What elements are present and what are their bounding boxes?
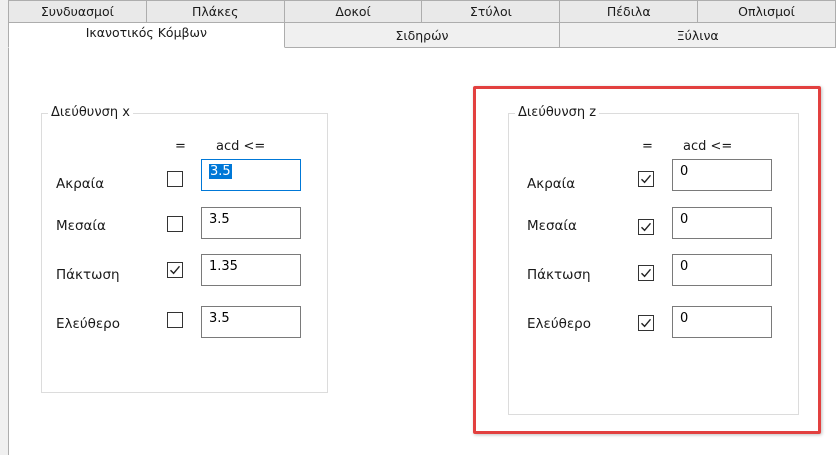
x-free-value: 3.5: [209, 311, 230, 326]
tab-steel[interactable]: Σιδηρών: [284, 22, 561, 48]
tab-footings[interactable]: Πέδιλα: [560, 0, 699, 23]
z-middle-checkbox[interactable]: [638, 219, 654, 235]
tab-combinations[interactable]: Συνδυασμοί: [8, 0, 147, 23]
x-acd-header: acd <=: [216, 139, 266, 154]
x-fixed-check-icon: [170, 265, 181, 275]
x-fixed-checkbox[interactable]: [167, 262, 183, 278]
x-row-label-edge: Ακραία: [56, 176, 105, 192]
x-edge-checkbox[interactable]: [167, 171, 183, 187]
x-eq-header: =: [175, 139, 186, 154]
x-fixed-input[interactable]: 1.35: [201, 254, 301, 286]
z-edge-checkbox[interactable]: [638, 171, 654, 187]
z-middle-input[interactable]: 0: [672, 207, 772, 239]
x-middle-input[interactable]: 3.5: [201, 207, 301, 239]
tab-beams[interactable]: Δοκοί: [284, 0, 423, 23]
z-edge-check-icon: [641, 174, 652, 184]
z-row-label-middle: Μεσαία: [527, 218, 577, 234]
x-edge-input[interactable]: 3.5: [201, 159, 301, 191]
z-acd-header: acd <=: [683, 139, 733, 154]
tab-row-bottom: Ικανοτικός Κόμβων Σιδηρών Ξύλινα: [8, 22, 836, 48]
tab-reinforcement[interactable]: Οπλισμοί: [698, 0, 836, 23]
z-fixed-value: 0: [680, 259, 689, 274]
z-fixed-check-icon: [641, 268, 652, 278]
z-eq-header: =: [642, 139, 653, 154]
x-middle-checkbox[interactable]: [167, 216, 183, 232]
x-row-label-fixed: Πάκτωση: [56, 267, 120, 283]
z-free-value: 0: [680, 311, 689, 326]
z-free-input[interactable]: 0: [672, 306, 772, 338]
tab-capacity-joints[interactable]: Ικανοτικός Κόμβων: [8, 22, 285, 48]
x-free-checkbox[interactable]: [167, 312, 183, 328]
z-free-check-icon: [641, 318, 652, 328]
tab-timber[interactable]: Ξύλινα: [560, 22, 836, 48]
tab-columns[interactable]: Στύλοι: [422, 0, 561, 23]
tab-slabs[interactable]: Πλάκες: [146, 0, 285, 23]
z-fixed-checkbox[interactable]: [638, 265, 654, 281]
direction-x-title: Διεύθυνση x: [48, 105, 133, 121]
x-middle-value: 3.5: [209, 212, 230, 227]
z-row-label-fixed: Πάκτωση: [527, 267, 591, 283]
x-free-input[interactable]: 3.5: [201, 306, 301, 338]
direction-x-group: Διεύθυνση x: [41, 105, 328, 393]
z-row-label-free: Ελεύθερο: [527, 316, 592, 332]
z-fixed-input[interactable]: 0: [672, 254, 772, 286]
z-free-checkbox[interactable]: [638, 315, 654, 331]
z-edge-input[interactable]: 0: [672, 159, 772, 191]
z-row-label-edge: Ακραία: [527, 176, 576, 192]
z-middle-check-icon: [641, 222, 652, 232]
tab-row-top: Συνδυασμοί Πλάκες Δοκοί Στύλοι Πέδιλα Οπ…: [8, 0, 836, 23]
direction-z-title: Διεύθυνση z: [515, 105, 600, 121]
tab-panel: Διεύθυνση x Διεύθυνση z: [8, 47, 836, 455]
z-edge-value: 0: [680, 164, 689, 179]
x-fixed-value: 1.35: [209, 259, 238, 274]
x-row-label-middle: Μεσαία: [56, 218, 106, 234]
x-row-label-free: Ελεύθερο: [56, 316, 121, 332]
z-middle-value: 0: [680, 212, 689, 227]
x-edge-value: 3.5: [209, 164, 232, 179]
